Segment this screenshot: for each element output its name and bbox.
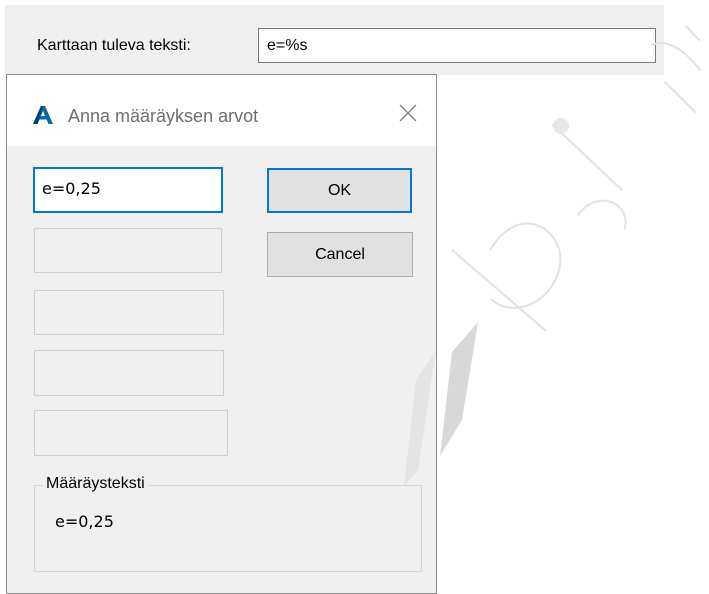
autocad-a-icon (32, 105, 54, 125)
values-dialog: Anna määräyksen arvot e=0,25 OK Cancel M… (6, 74, 437, 594)
map-text-label: Karttaan tuleva teksti: (37, 37, 191, 54)
value-field-1-text: e=0,25 (42, 179, 101, 198)
result-text: e=0,25 (55, 512, 114, 531)
dialog-title: Anna määräyksen arvot (68, 106, 259, 126)
value-field-4[interactable] (34, 350, 224, 396)
value-field-1[interactable]: e=0,25 (33, 167, 223, 213)
result-groupbox: Määräysteksti e=0,25 (34, 474, 422, 572)
result-group-label: Määräysteksti (43, 474, 148, 494)
map-text-input[interactable]: e=%s (258, 28, 656, 63)
value-field-2[interactable] (34, 228, 222, 273)
close-button[interactable] (388, 97, 428, 133)
value-field-5[interactable] (34, 410, 228, 456)
dialog-titlebar: Anna määräyksen arvot (7, 75, 436, 146)
value-field-3[interactable] (34, 290, 224, 335)
close-x-icon (399, 104, 417, 127)
ok-button[interactable]: OK (267, 168, 412, 213)
cancel-button[interactable]: Cancel (267, 232, 413, 277)
